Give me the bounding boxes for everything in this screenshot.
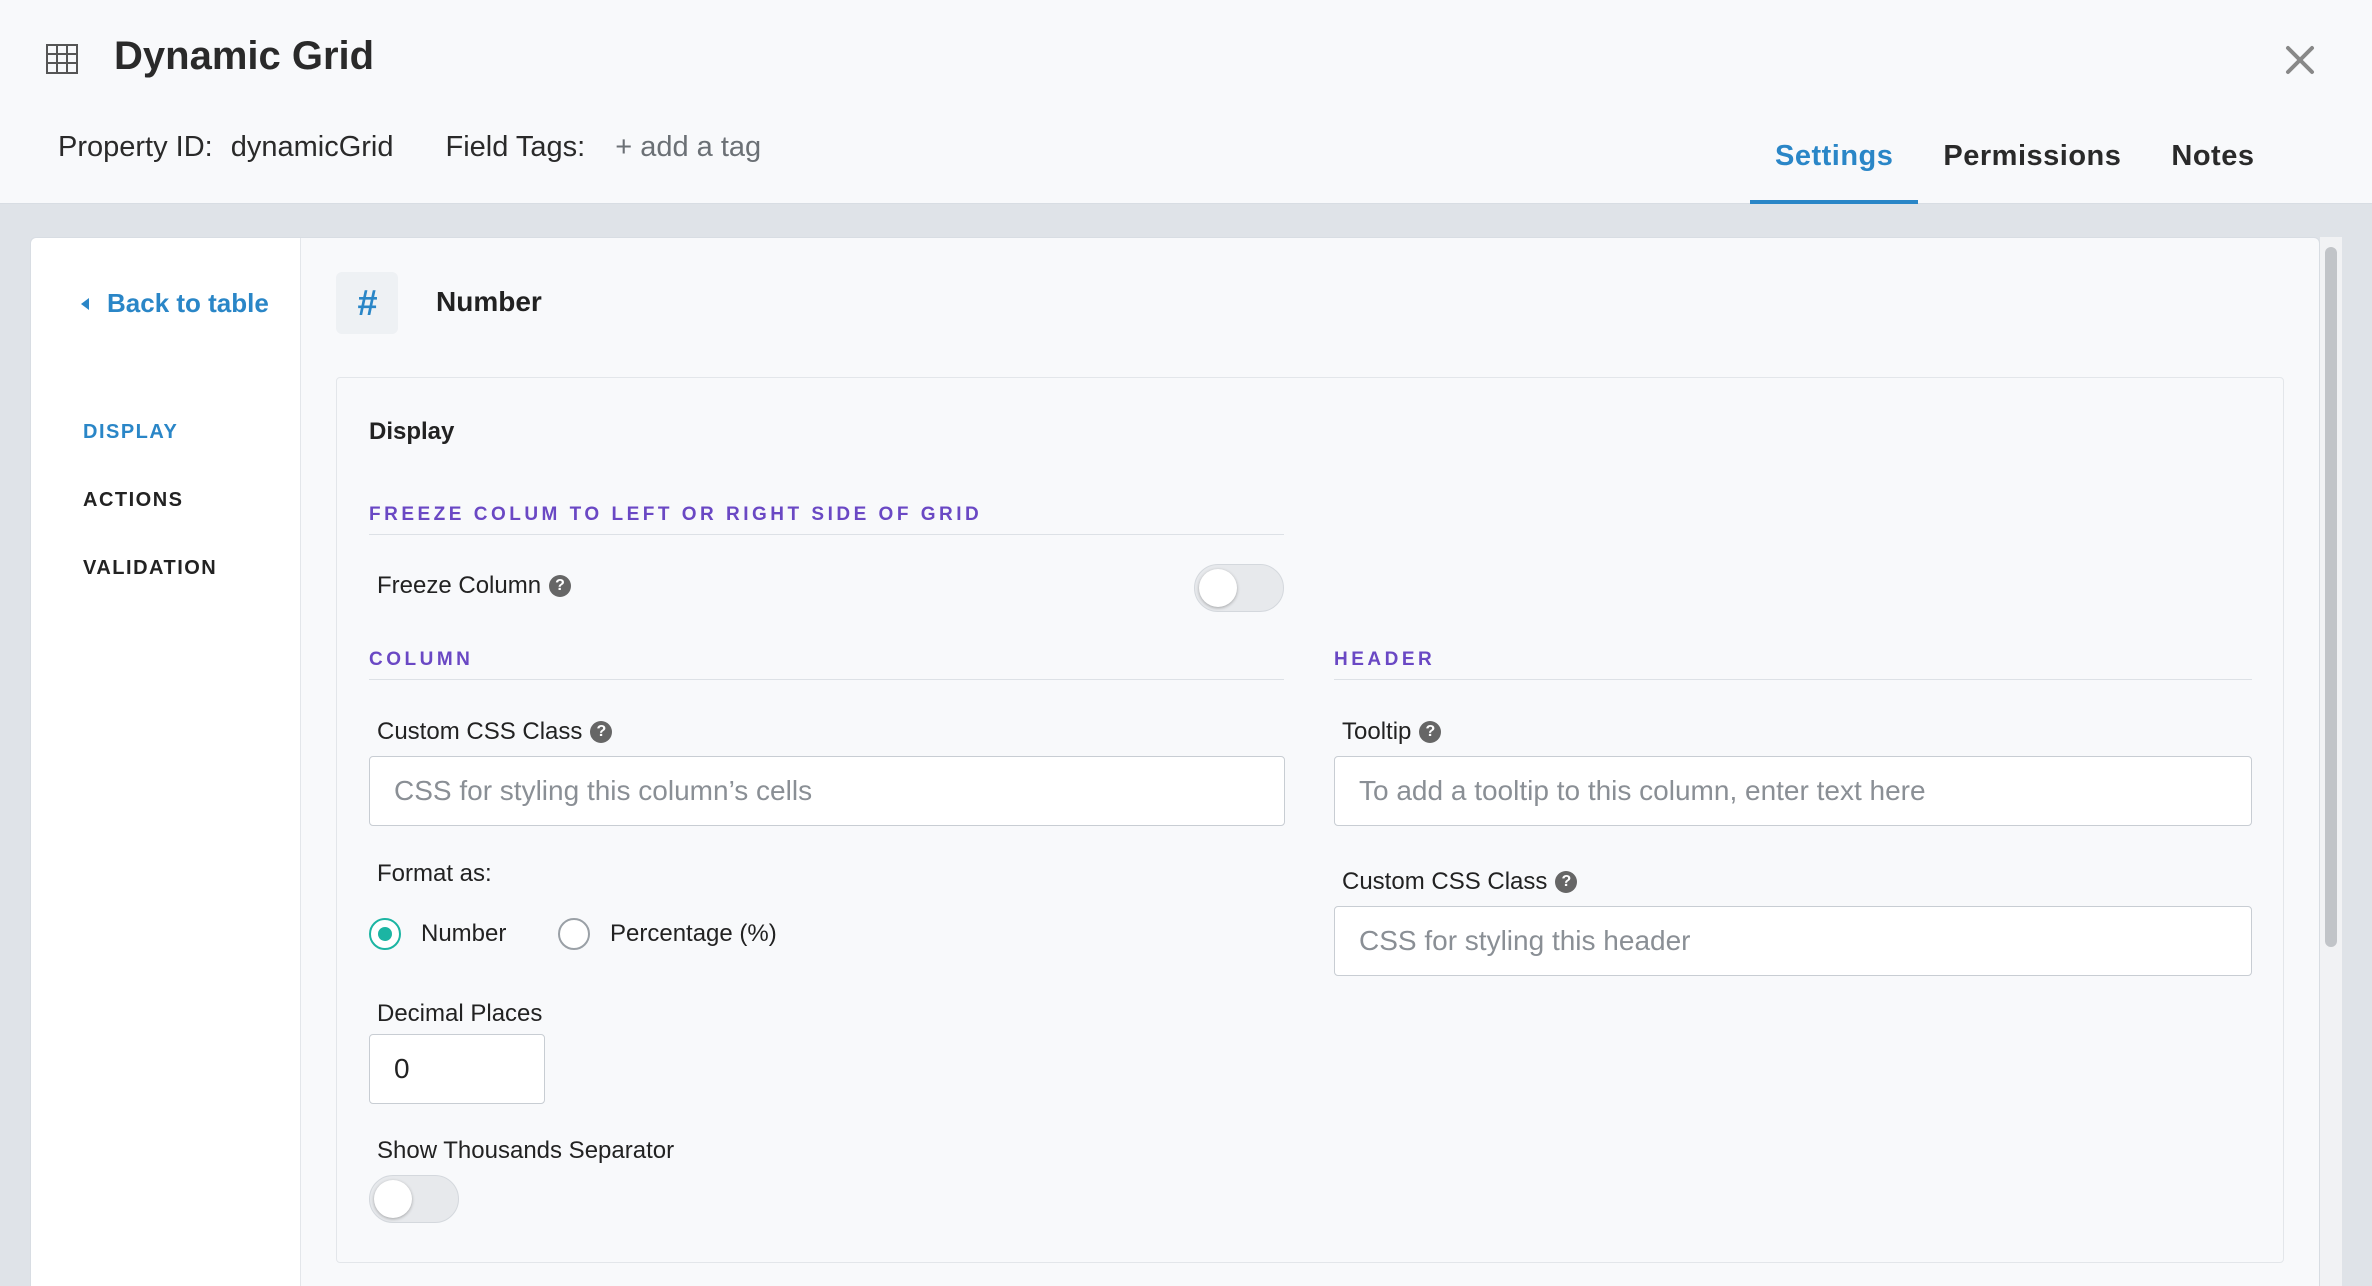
sidebar-item-actions[interactable]: ACTIONS [83, 489, 184, 512]
help-icon[interactable]: ? [1555, 871, 1578, 893]
scrollbar-thumb[interactable] [2325, 247, 2337, 947]
settings-panel: Back to table DISPLAY ACTIONS VALIDATION… [30, 237, 2320, 1286]
sidebar-item-validation[interactable]: VALIDATION [83, 557, 217, 580]
tooltip-label: Tooltip ? [1342, 718, 1442, 746]
display-title: Display [369, 418, 455, 445]
property-row: Property ID: dynamicGrid Field Tags: + a… [58, 131, 761, 164]
format-as-label: Format as: [377, 860, 492, 887]
radio-button[interactable] [369, 918, 401, 950]
back-to-table-link[interactable]: Back to table [79, 288, 269, 319]
tab-bar: Settings Permissions Notes [1750, 104, 2279, 204]
sidebar-item-display[interactable]: DISPLAY [83, 421, 178, 444]
help-icon[interactable]: ? [1419, 721, 1442, 743]
content-area: # Number Display FREEZE COLUM TO LEFT OR… [301, 238, 2319, 1286]
freeze-column-text: Freeze Column [377, 572, 542, 599]
format-number-label: Number [421, 920, 507, 947]
freeze-column-toggle[interactable] [1194, 564, 1284, 612]
property-id-label: Property ID: [58, 131, 213, 163]
header-css-label: Custom CSS Class ? [1342, 868, 1578, 896]
hash-icon: # [356, 282, 378, 323]
thousands-separator-label: Show Thousands Separator [377, 1137, 675, 1164]
thousands-separator-toggle[interactable] [369, 1175, 459, 1223]
top-bar: Dynamic Grid Property ID: dynamicGrid Fi… [0, 0, 2372, 204]
help-icon[interactable]: ? [590, 721, 613, 743]
tab-settings[interactable]: Settings [1750, 104, 1919, 204]
close-icon[interactable] [2282, 42, 2318, 78]
column-css-text: Custom CSS Class [377, 718, 583, 745]
tooltip-text: Tooltip [1342, 718, 1412, 745]
field-tags-label: Field Tags: [445, 131, 586, 163]
header-section-heading: HEADER [1334, 649, 2252, 680]
scrollbar[interactable] [2320, 237, 2342, 1286]
header-css-text: Custom CSS Class [1342, 868, 1548, 895]
tooltip-input[interactable] [1334, 756, 2252, 826]
format-percentage-label: Percentage (%) [610, 920, 777, 947]
column-type-name: Number [436, 286, 542, 317]
sidebar: Back to table DISPLAY ACTIONS VALIDATION [31, 238, 301, 1286]
property-id-value: dynamicGrid [230, 131, 394, 163]
format-percentage-radio[interactable]: Percentage (%) [558, 918, 777, 950]
back-to-table-label: Back to table [107, 288, 269, 318]
tab-notes[interactable]: Notes [2146, 104, 2279, 204]
column-section-heading: COLUMN [369, 649, 1284, 680]
decimal-places-label: Decimal Places [377, 1000, 543, 1027]
display-card: Display FREEZE COLUM TO LEFT OR RIGHT SI… [336, 377, 2284, 1263]
help-icon[interactable]: ? [549, 575, 572, 597]
header-css-input[interactable] [1334, 906, 2252, 976]
add-tag-link[interactable]: + add a tag [615, 131, 761, 164]
radio-button[interactable] [558, 918, 590, 950]
freeze-column-label: Freeze Column ? [377, 572, 572, 600]
column-css-input[interactable] [369, 756, 1285, 826]
toggle-knob [1199, 569, 1237, 607]
number-type-icon: # [336, 272, 398, 334]
caret-left-icon [81, 297, 89, 310]
freeze-section-heading: FREEZE COLUM TO LEFT OR RIGHT SIDE OF GR… [369, 504, 1284, 535]
format-number-radio[interactable]: Number [369, 918, 506, 950]
tab-permissions[interactable]: Permissions [1918, 104, 2146, 204]
toggle-knob [374, 1180, 412, 1218]
table-grid-icon [46, 44, 78, 74]
page-title: Dynamic Grid [114, 34, 375, 78]
decimal-places-input[interactable] [369, 1034, 545, 1104]
column-css-label: Custom CSS Class ? [377, 718, 613, 746]
